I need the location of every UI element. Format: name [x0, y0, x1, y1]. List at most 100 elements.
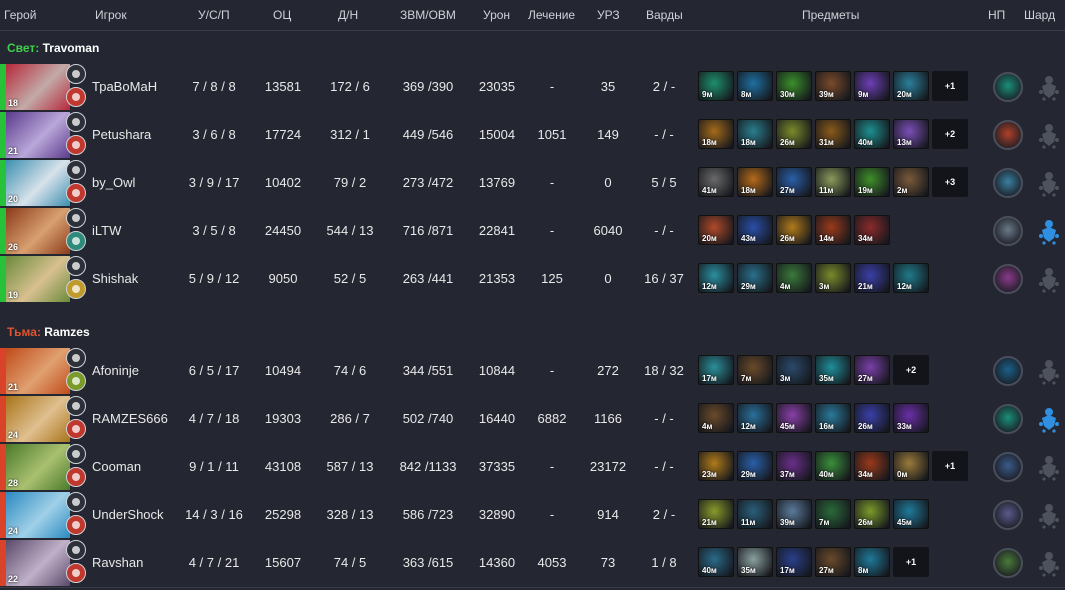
item-slot[interactable]: 0м: [893, 451, 929, 481]
item-slot[interactable]: 27м: [815, 547, 851, 577]
neutral-item-icon[interactable]: [993, 120, 1023, 150]
item-slot[interactable]: 41м: [698, 167, 734, 197]
item-slot[interactable]: 27м: [854, 355, 890, 385]
item-slot[interactable]: 7м: [815, 499, 851, 529]
item-slot[interactable]: 8м: [737, 71, 773, 101]
item-slot[interactable]: 34м: [854, 215, 890, 245]
item-slot[interactable]: 12м: [893, 263, 929, 293]
player-name[interactable]: Ravshan: [92, 555, 143, 570]
facet-icon[interactable]: [66, 87, 86, 107]
item-slot[interactable]: 40м: [698, 547, 734, 577]
item-slot[interactable]: 14м: [815, 215, 851, 245]
neutral-item-icon[interactable]: [993, 264, 1023, 294]
hero-portrait[interactable]: 28: [6, 444, 70, 490]
facet-icon[interactable]: [66, 183, 86, 203]
item-slot[interactable]: 21м: [698, 499, 734, 529]
facet-icon[interactable]: [66, 515, 86, 535]
facet-icon[interactable]: [66, 419, 86, 439]
table-row[interactable]: 28 Cooman 9 / 1 / 11 43108 587 / 13 842 /1133…: [0, 444, 1065, 490]
player-name[interactable]: Cooman: [92, 459, 141, 474]
hero-portrait[interactable]: 26: [6, 208, 70, 254]
header-healing[interactable]: Лечение: [528, 8, 575, 22]
item-slot[interactable]: 26м: [776, 215, 812, 245]
item-slot[interactable]: 21м: [854, 263, 890, 293]
more-items-badge[interactable]: +1: [932, 71, 968, 101]
item-slot[interactable]: 26м: [854, 499, 890, 529]
item-slot[interactable]: 16м: [815, 403, 851, 433]
item-slot[interactable]: 19м: [854, 167, 890, 197]
item-slot[interactable]: 39м: [815, 71, 851, 101]
more-items-badge[interactable]: +2: [893, 355, 929, 385]
item-slot[interactable]: 11м: [737, 499, 773, 529]
item-slot[interactable]: 12м: [698, 263, 734, 293]
header-last-hits-denies[interactable]: Д/Н: [338, 8, 358, 22]
item-slot[interactable]: 34м: [854, 451, 890, 481]
facet-icon[interactable]: [66, 371, 86, 391]
item-slot[interactable]: 45м: [776, 403, 812, 433]
item-slot[interactable]: 12м: [737, 403, 773, 433]
neutral-item-icon[interactable]: [993, 216, 1023, 246]
player-name[interactable]: iLTW: [92, 223, 121, 238]
neutral-item-icon[interactable]: [993, 452, 1023, 482]
table-row[interactable]: 26 iLTW 3 / 5 / 8 24450 544 / 13 716 /871 2284…: [0, 208, 1065, 254]
item-slot[interactable]: 35м: [815, 355, 851, 385]
player-name[interactable]: RAMZES666: [92, 411, 168, 426]
header-kda[interactable]: У/С/П: [198, 8, 230, 22]
header-player[interactable]: Игрок: [95, 8, 127, 22]
player-avatar-icon[interactable]: [66, 444, 86, 464]
player-avatar-icon[interactable]: [66, 208, 86, 228]
item-slot[interactable]: 4м: [698, 403, 734, 433]
table-row[interactable]: 21 Afoninje 6 / 5 / 17 10494 74 / 6 344 /551 1…: [0, 348, 1065, 394]
item-slot[interactable]: 33м: [893, 403, 929, 433]
hero-portrait[interactable]: 21: [6, 348, 70, 394]
hero-portrait[interactable]: 20: [6, 160, 70, 206]
neutral-item-icon[interactable]: [993, 548, 1023, 578]
facet-icon[interactable]: [66, 467, 86, 487]
item-slot[interactable]: 17м: [698, 355, 734, 385]
neutral-item-icon[interactable]: [993, 356, 1023, 386]
table-row[interactable]: 19 Shishak 5 / 9 / 12 9050 52 / 5 263 /441 213…: [0, 256, 1065, 302]
item-slot[interactable]: 18м: [737, 119, 773, 149]
neutral-item-icon[interactable]: [993, 500, 1023, 530]
item-slot[interactable]: 39м: [776, 499, 812, 529]
item-slot[interactable]: 45м: [893, 499, 929, 529]
player-name[interactable]: Petushara: [92, 127, 151, 142]
item-slot[interactable]: 40м: [854, 119, 890, 149]
item-slot[interactable]: 17м: [776, 547, 812, 577]
player-name[interactable]: Afoninje: [92, 363, 139, 378]
item-slot[interactable]: 4м: [776, 263, 812, 293]
item-slot[interactable]: 35м: [737, 547, 773, 577]
player-avatar-icon[interactable]: [66, 396, 86, 416]
header-hero[interactable]: Герой: [4, 8, 36, 22]
hero-portrait[interactable]: 18: [6, 64, 70, 110]
item-slot[interactable]: 26м: [776, 119, 812, 149]
header-wards[interactable]: Варды: [646, 8, 683, 22]
header-gpm-xpm[interactable]: ЗВМ/ОВМ: [400, 8, 456, 22]
more-items-badge[interactable]: +1: [932, 451, 968, 481]
more-items-badge[interactable]: +1: [893, 547, 929, 577]
neutral-item-icon[interactable]: [993, 72, 1023, 102]
item-slot[interactable]: 43м: [737, 215, 773, 245]
hero-portrait[interactable]: 21: [6, 112, 70, 158]
neutral-item-icon[interactable]: [993, 168, 1023, 198]
item-slot[interactable]: 37м: [776, 451, 812, 481]
hero-portrait[interactable]: 19: [6, 256, 70, 302]
player-avatar-icon[interactable]: [66, 540, 86, 560]
item-slot[interactable]: 20м: [893, 71, 929, 101]
item-slot[interactable]: 9м: [698, 71, 734, 101]
header-net-worth[interactable]: ОЦ: [273, 8, 291, 22]
table-row[interactable]: 21 Petushara 3 / 6 / 8 17724 312 / 1 449 /546…: [0, 112, 1065, 158]
item-slot[interactable]: 20м: [698, 215, 734, 245]
table-row[interactable]: 20 by_Owl 3 / 9 / 17 10402 79 / 2 273 /472 137…: [0, 160, 1065, 206]
table-row[interactable]: 22 Ravshan 4 / 7 / 21 15607 74 / 5 363 /615 14…: [0, 540, 1065, 586]
player-avatar-icon[interactable]: [66, 64, 86, 84]
neutral-item-icon[interactable]: [993, 404, 1023, 434]
item-slot[interactable]: 29м: [737, 451, 773, 481]
item-slot[interactable]: 23м: [698, 451, 734, 481]
item-slot[interactable]: 27м: [776, 167, 812, 197]
facet-icon[interactable]: [66, 231, 86, 251]
player-avatar-icon[interactable]: [66, 112, 86, 132]
more-items-badge[interactable]: +2: [932, 119, 968, 149]
item-slot[interactable]: 3м: [776, 355, 812, 385]
item-slot[interactable]: 7м: [737, 355, 773, 385]
